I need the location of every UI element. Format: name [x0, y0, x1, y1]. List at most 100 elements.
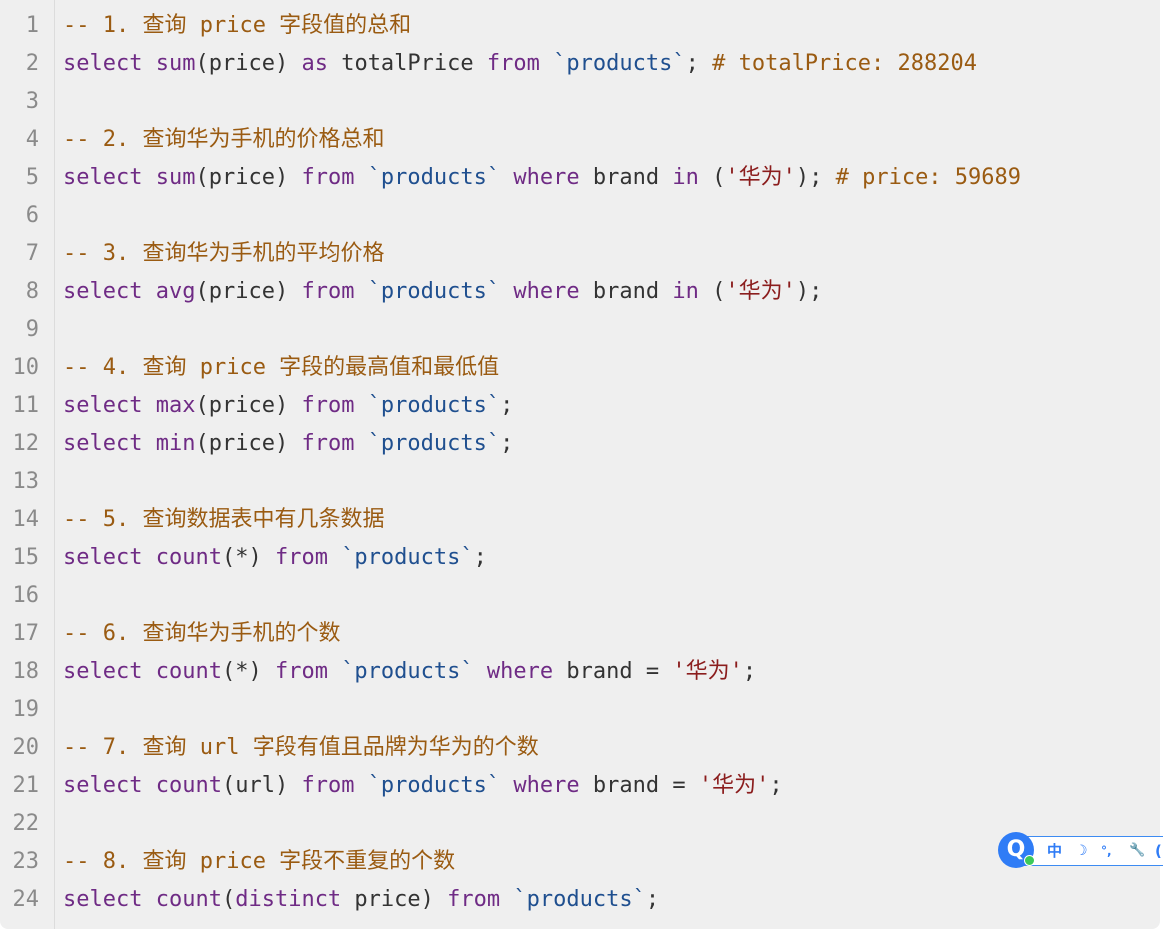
punctuation-icon[interactable]: °, [1101, 840, 1112, 862]
code-line[interactable]: 1 -- 1. 查询 price 字段值的总和 [0, 7, 1160, 45]
sql-keyword: from [274, 545, 328, 570]
sql-function: sum [155, 165, 196, 190]
sql-function: max [155, 393, 196, 418]
sql-keyword: where [513, 279, 580, 304]
code-token: (price) [195, 279, 302, 304]
code-token: ; [742, 659, 757, 684]
wrench-icon[interactable]: 🔧 [1129, 840, 1145, 862]
ime-toolbar[interactable]: 中 ☽ °, 🔧 ( Q [998, 832, 1163, 868]
sql-keyword: as [301, 51, 328, 76]
code-line[interactable]: 16 [0, 577, 1160, 615]
sql-keyword: from [447, 887, 501, 912]
code-line[interactable]: 22 [0, 805, 1160, 843]
sql-keyword: select [63, 431, 143, 456]
code-token: ; [685, 51, 713, 76]
code-line[interactable]: 12 select min(price) from `products`; [0, 425, 1160, 463]
sql-function: count [155, 545, 222, 570]
table-identifier: `products` [367, 165, 501, 190]
code-text: -- 1. 查询 price 字段值的总和 [63, 7, 411, 45]
code-comment: -- 6. 查询华为手机的个数 [63, 621, 341, 646]
code-text: -- 5. 查询数据表中有几条数据 [63, 501, 384, 539]
code-text: select max(price) from `products`; [63, 387, 513, 425]
code-line[interactable]: 17 -- 6. 查询华为手机的个数 [0, 615, 1160, 653]
string-literal: '华为' [672, 659, 743, 684]
code-comment: -- 2. 查询华为手机的价格总和 [63, 127, 385, 152]
code-line[interactable]: 4 -- 2. 查询华为手机的价格总和 [0, 121, 1160, 159]
code-token: price) [341, 887, 448, 912]
code-line[interactable]: 5 select sum(price) from `products` where… [0, 159, 1160, 197]
sql-keyword: select [63, 393, 143, 418]
line-number: 7 [25, 241, 39, 266]
code-line[interactable]: 7 -- 3. 查询华为手机的平均价格 [0, 235, 1160, 273]
moon-icon[interactable]: ☽ [1075, 840, 1088, 862]
code-line[interactable]: 3 [0, 83, 1160, 121]
code-line[interactable]: 6 [0, 197, 1160, 235]
code-line[interactable]: 9 [0, 311, 1160, 349]
ime-logo-icon[interactable]: Q [998, 832, 1035, 868]
line-number: 15 [12, 545, 40, 570]
sql-keyword: select [63, 51, 143, 76]
sql-keyword: from [301, 393, 355, 418]
line-number: 10 [12, 355, 40, 380]
code-comment: -- 5. 查询数据表中有几条数据 [63, 507, 385, 532]
code-text: -- 2. 查询华为手机的价格总和 [63, 121, 384, 159]
table-identifier: `products` [553, 51, 686, 76]
code-line[interactable]: 20 -- 7. 查询 url 字段有值且品牌为华为的个数 [0, 729, 1160, 767]
sql-keyword: where [513, 165, 580, 190]
sql-keyword: from [301, 279, 355, 304]
line-number: 20 [12, 735, 40, 760]
code-line[interactable]: 8 select avg(price) from `products` where… [0, 273, 1160, 311]
more-icon[interactable]: ( [1155, 840, 1162, 862]
line-number: 2 [25, 51, 39, 76]
code-comment: -- 3. 查询华为手机的平均价格 [63, 241, 385, 266]
code-line[interactable]: 21 select count(url) from `products` wher… [0, 767, 1160, 805]
code-line[interactable]: 19 [0, 691, 1160, 729]
code-line[interactable]: 13 [0, 463, 1160, 501]
table-identifier: `products` [367, 279, 501, 304]
code-token: (price) [195, 51, 302, 76]
code-line[interactable]: 23 -- 8. 查询 price 字段不重复的个数 [0, 843, 1160, 881]
sql-keyword: select [63, 887, 143, 912]
sql-function: count [155, 887, 222, 912]
string-literal: '华为' [725, 279, 796, 304]
table-identifier: `products` [367, 431, 501, 456]
code-line[interactable]: 14 -- 5. 查询数据表中有几条数据 [0, 501, 1160, 539]
code-line[interactable]: 15 select count(*) from `products`; [0, 539, 1160, 577]
line-number: 4 [25, 127, 39, 152]
code-text: select sum(price) as totalPrice from `pr… [63, 45, 977, 83]
code-text: select sum(price) from `products` where … [63, 159, 1021, 197]
code-line[interactable]: 10 -- 4. 查询 price 字段的最高值和最低值 [0, 349, 1160, 387]
sql-function: sum [155, 51, 196, 76]
code-line[interactable]: 24 select count(distinct price) from `pro… [0, 881, 1160, 919]
code-token: ); [795, 165, 836, 190]
code-line[interactable]: 11 select max(price) from `products`; [0, 387, 1160, 425]
code-token: (*) [221, 545, 275, 570]
code-line[interactable]: 18 select count(*) from `products` where … [0, 653, 1160, 691]
line-number: 12 [12, 431, 40, 456]
code-editor[interactable]: 1 -- 1. 查询 price 字段值的总和 2 select sum(price)… [0, 0, 1160, 929]
chinese-mode-icon[interactable]: 中 [1047, 840, 1062, 862]
sql-keyword: distinct [235, 887, 342, 912]
line-number: 22 [12, 811, 40, 836]
code-token: ; [645, 887, 660, 912]
sql-function: count [155, 773, 222, 798]
line-number: 6 [25, 203, 39, 228]
code-token: ( [698, 279, 726, 304]
sql-keyword: from [486, 51, 540, 76]
table-identifier: `products` [341, 545, 474, 570]
sql-keyword: from [301, 431, 355, 456]
code-line[interactable]: 2 select sum(price) as totalPrice from `p… [0, 45, 1160, 83]
